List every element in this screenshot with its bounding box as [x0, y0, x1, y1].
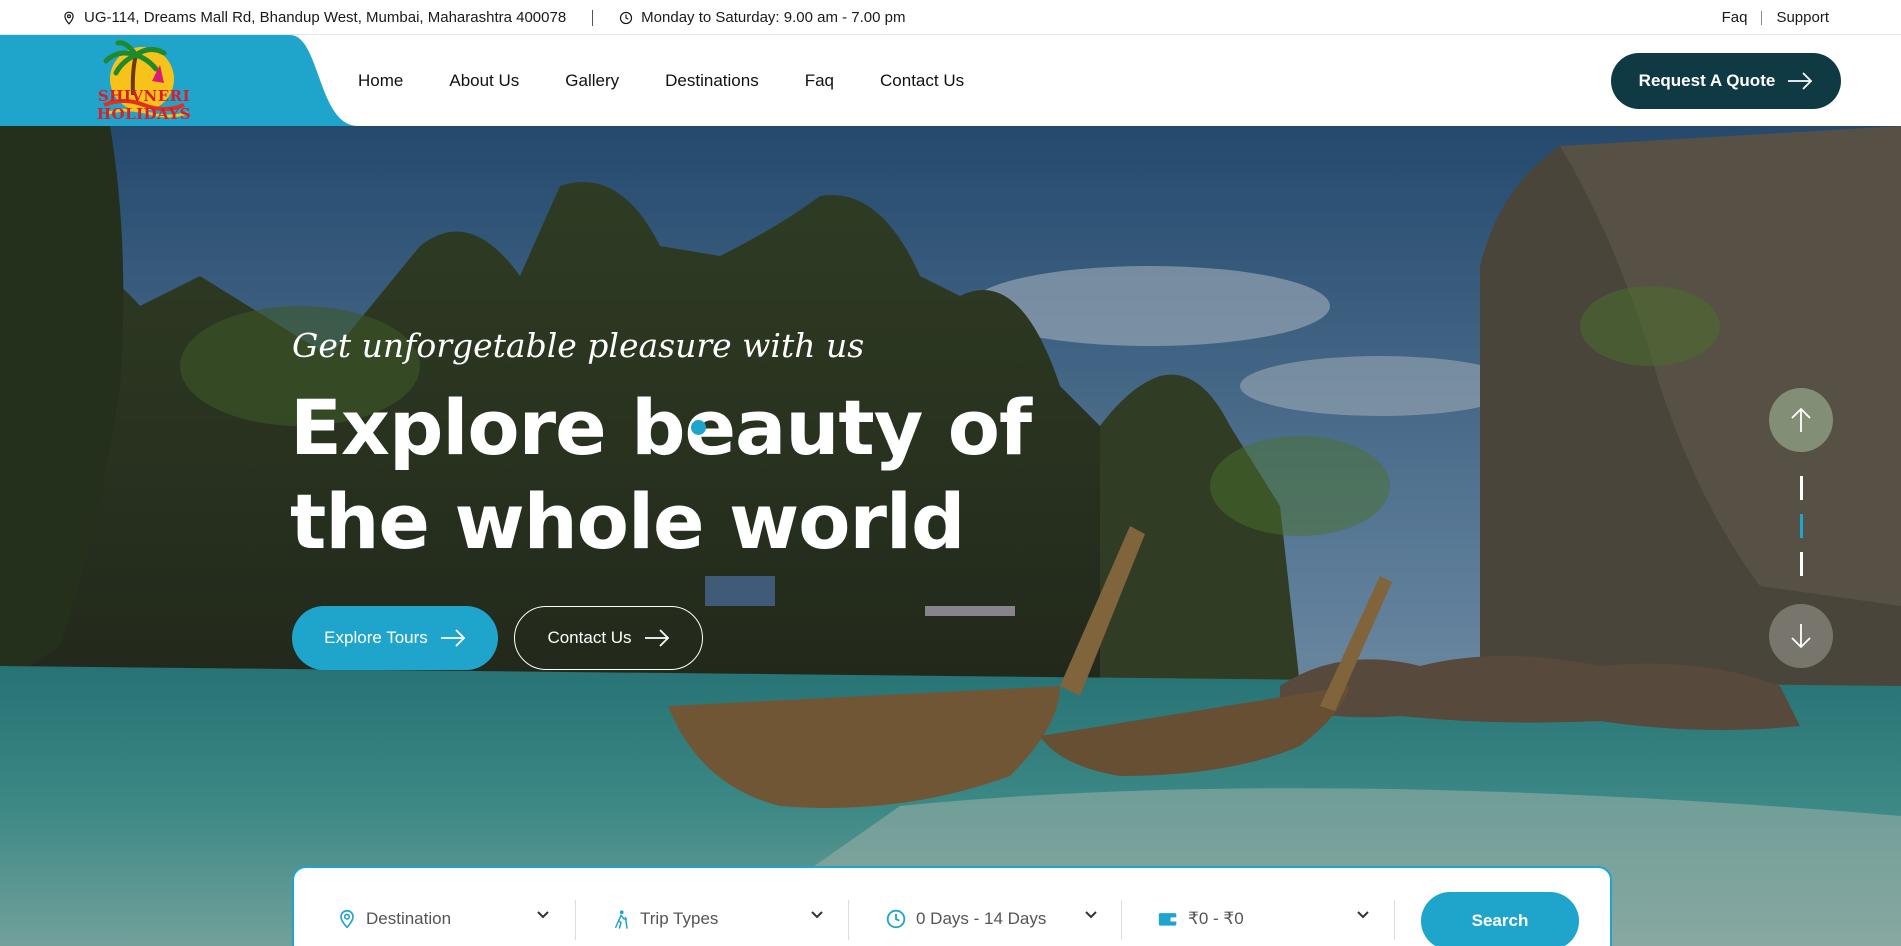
destination-value: Destination [366, 909, 452, 928]
main-header: SHIVNERI HOLIDAYS Home About Us Gallery … [0, 35, 1901, 126]
address-text: UG-114, Dreams Mall Rd, Bhandup West, Mu… [84, 9, 567, 26]
explore-tours-button[interactable]: Explore Tours [292, 606, 498, 670]
nav-home[interactable]: Home [358, 71, 403, 91]
divider [848, 900, 849, 940]
hours-text: Monday to Saturday: 9.00 am - 7.00 pm [641, 9, 906, 26]
nav-destinations[interactable]: Destinations [665, 71, 759, 91]
explore-tours-label: Explore Tours [324, 628, 428, 647]
search-button[interactable]: Search [1421, 892, 1579, 946]
arrow-right-icon [440, 629, 466, 647]
request-quote-button[interactable]: Request A Quote [1611, 53, 1841, 109]
contact-us-label: Contact Us [547, 628, 632, 647]
location-pin-icon [340, 909, 354, 929]
top-links: Faq Support [1722, 0, 1829, 35]
clock-icon [886, 909, 906, 929]
support-link[interactable]: Support [1776, 9, 1829, 26]
hero-banner: Get unforgetable pleasure with us Explor… [0, 126, 1901, 946]
slider-page-2[interactable] [1800, 514, 1803, 538]
duration-select[interactable]: 0 Days - 14 Days [886, 904, 1098, 934]
hero-headline-line1: Explore beauty of [290, 383, 1032, 472]
arrow-right-icon [1788, 72, 1813, 90]
trip-types-select[interactable]: Trip Types [612, 904, 824, 934]
slider-next-button[interactable] [1769, 604, 1833, 668]
divider [592, 9, 594, 26]
location-pin-icon [64, 11, 74, 25]
duration-value: 0 Days - 14 Days [916, 909, 1047, 928]
hero-headline-line2: the whole world [290, 477, 965, 566]
wallet-icon [1158, 913, 1178, 926]
arrow-down-icon [1791, 624, 1811, 649]
slider-pagination [1800, 476, 1803, 590]
request-quote-label: Request A Quote [1638, 71, 1776, 90]
tour-search-panel: Destination Trip Types 0 Days - 14 Days … [292, 866, 1612, 946]
main-nav: Home About Us Gallery Destinations Faq C… [358, 35, 964, 126]
nav-gallery[interactable]: Gallery [565, 71, 619, 91]
price-range-select[interactable]: ₹0 - ₹0 [1158, 904, 1370, 934]
nav-about-us[interactable]: About Us [449, 71, 519, 91]
arrow-right-icon [644, 629, 669, 647]
logo[interactable]: SHIVNERI HOLIDAYS [0, 35, 360, 126]
destination-select[interactable]: Destination [338, 904, 550, 934]
top-info-bar: UG-114, Dreams Mall Rd, Bhandup West, Mu… [0, 0, 1901, 35]
divider [1761, 10, 1763, 25]
slider-prev-button[interactable] [1769, 388, 1833, 452]
contact-info: UG-114, Dreams Mall Rd, Bhandup West, Mu… [62, 0, 905, 35]
chevron-down-icon [811, 911, 823, 919]
clock-icon [620, 11, 633, 24]
nav-faq[interactable]: Faq [805, 71, 834, 91]
divider [1394, 900, 1395, 940]
cursor-dot [691, 420, 706, 435]
faq-link[interactable]: Faq [1722, 9, 1748, 26]
hero-headline: Explore beauty of the whole world [290, 381, 1090, 569]
nav-contact-us[interactable]: Contact Us [880, 71, 964, 91]
price-range-value: ₹0 - ₹0 [1188, 909, 1244, 928]
slider-page-3[interactable] [1800, 552, 1803, 576]
arrow-up-icon [1791, 407, 1811, 432]
divider [1121, 900, 1122, 940]
chevron-down-icon [1357, 911, 1369, 919]
hiking-icon [615, 910, 628, 929]
divider [575, 900, 576, 940]
chevron-down-icon [1085, 911, 1097, 919]
contact-us-button[interactable]: Contact Us [514, 606, 703, 670]
trip-types-value: Trip Types [640, 909, 719, 928]
chevron-down-icon [537, 911, 549, 919]
slider-page-1[interactable] [1800, 476, 1803, 500]
logo-text: SHIVNERI HOLIDAYS [96, 87, 192, 123]
hero-tagline: Get unforgetable pleasure with us [292, 326, 865, 365]
